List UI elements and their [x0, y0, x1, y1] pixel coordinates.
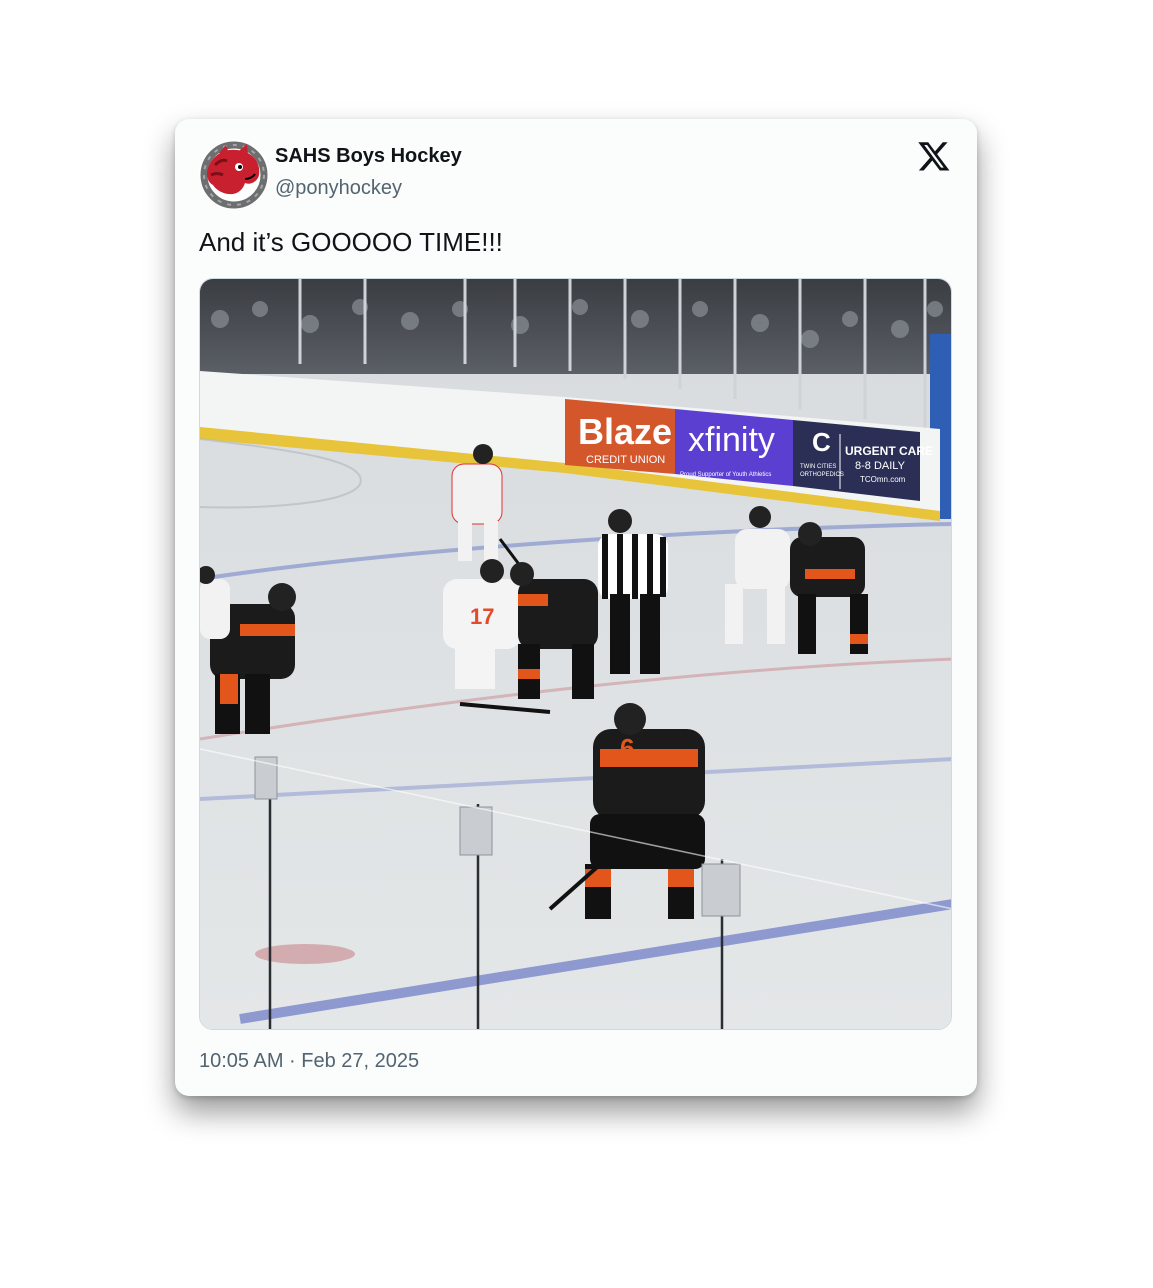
post-text: And it’s GOOOOO TIME!!! [199, 227, 503, 257]
ad-tco-line2: ORTHOPEDICS [800, 472, 844, 478]
ad-xfinity-text: xfinity [688, 421, 775, 459]
ad-tco-url: TCOmn.com [860, 475, 906, 484]
ad-tco-line1: TWIN CITIES [800, 464, 836, 470]
pony-mascot-icon [199, 139, 269, 209]
ad-xfinity-sub: Proud Supporter of Youth Athletics [680, 472, 771, 478]
author-avatar[interactable] [199, 139, 269, 209]
ad-blaze-sub: CREDIT UNION [586, 454, 665, 466]
jersey-17: 17 [470, 604, 494, 629]
author-display-name[interactable]: SAHS Boys Hockey [275, 145, 462, 168]
jersey-6: 6 [620, 733, 634, 763]
hockey-faceoff-photo: Blaze CREDIT UNION xfinity Proud Support… [200, 279, 951, 1029]
ad-blaze-text: Blaze [578, 411, 672, 452]
x-logo-icon[interactable] [917, 139, 951, 173]
ad-urgent-care: URGENT CARE [845, 444, 933, 458]
author-handle[interactable]: @ponyhockey [275, 177, 402, 200]
post-timestamp[interactable]: 10:05 AM · Feb 27, 2025 [199, 1050, 419, 1073]
post-card: SAHS Boys Hockey @ponyhockey And it’s GO… [175, 119, 977, 1096]
post-media-photo[interactable]: Blaze CREDIT UNION xfinity Proud Support… [199, 278, 952, 1030]
svg-text:C: C [812, 427, 831, 457]
ad-daily: 8-8 DAILY [855, 460, 906, 472]
